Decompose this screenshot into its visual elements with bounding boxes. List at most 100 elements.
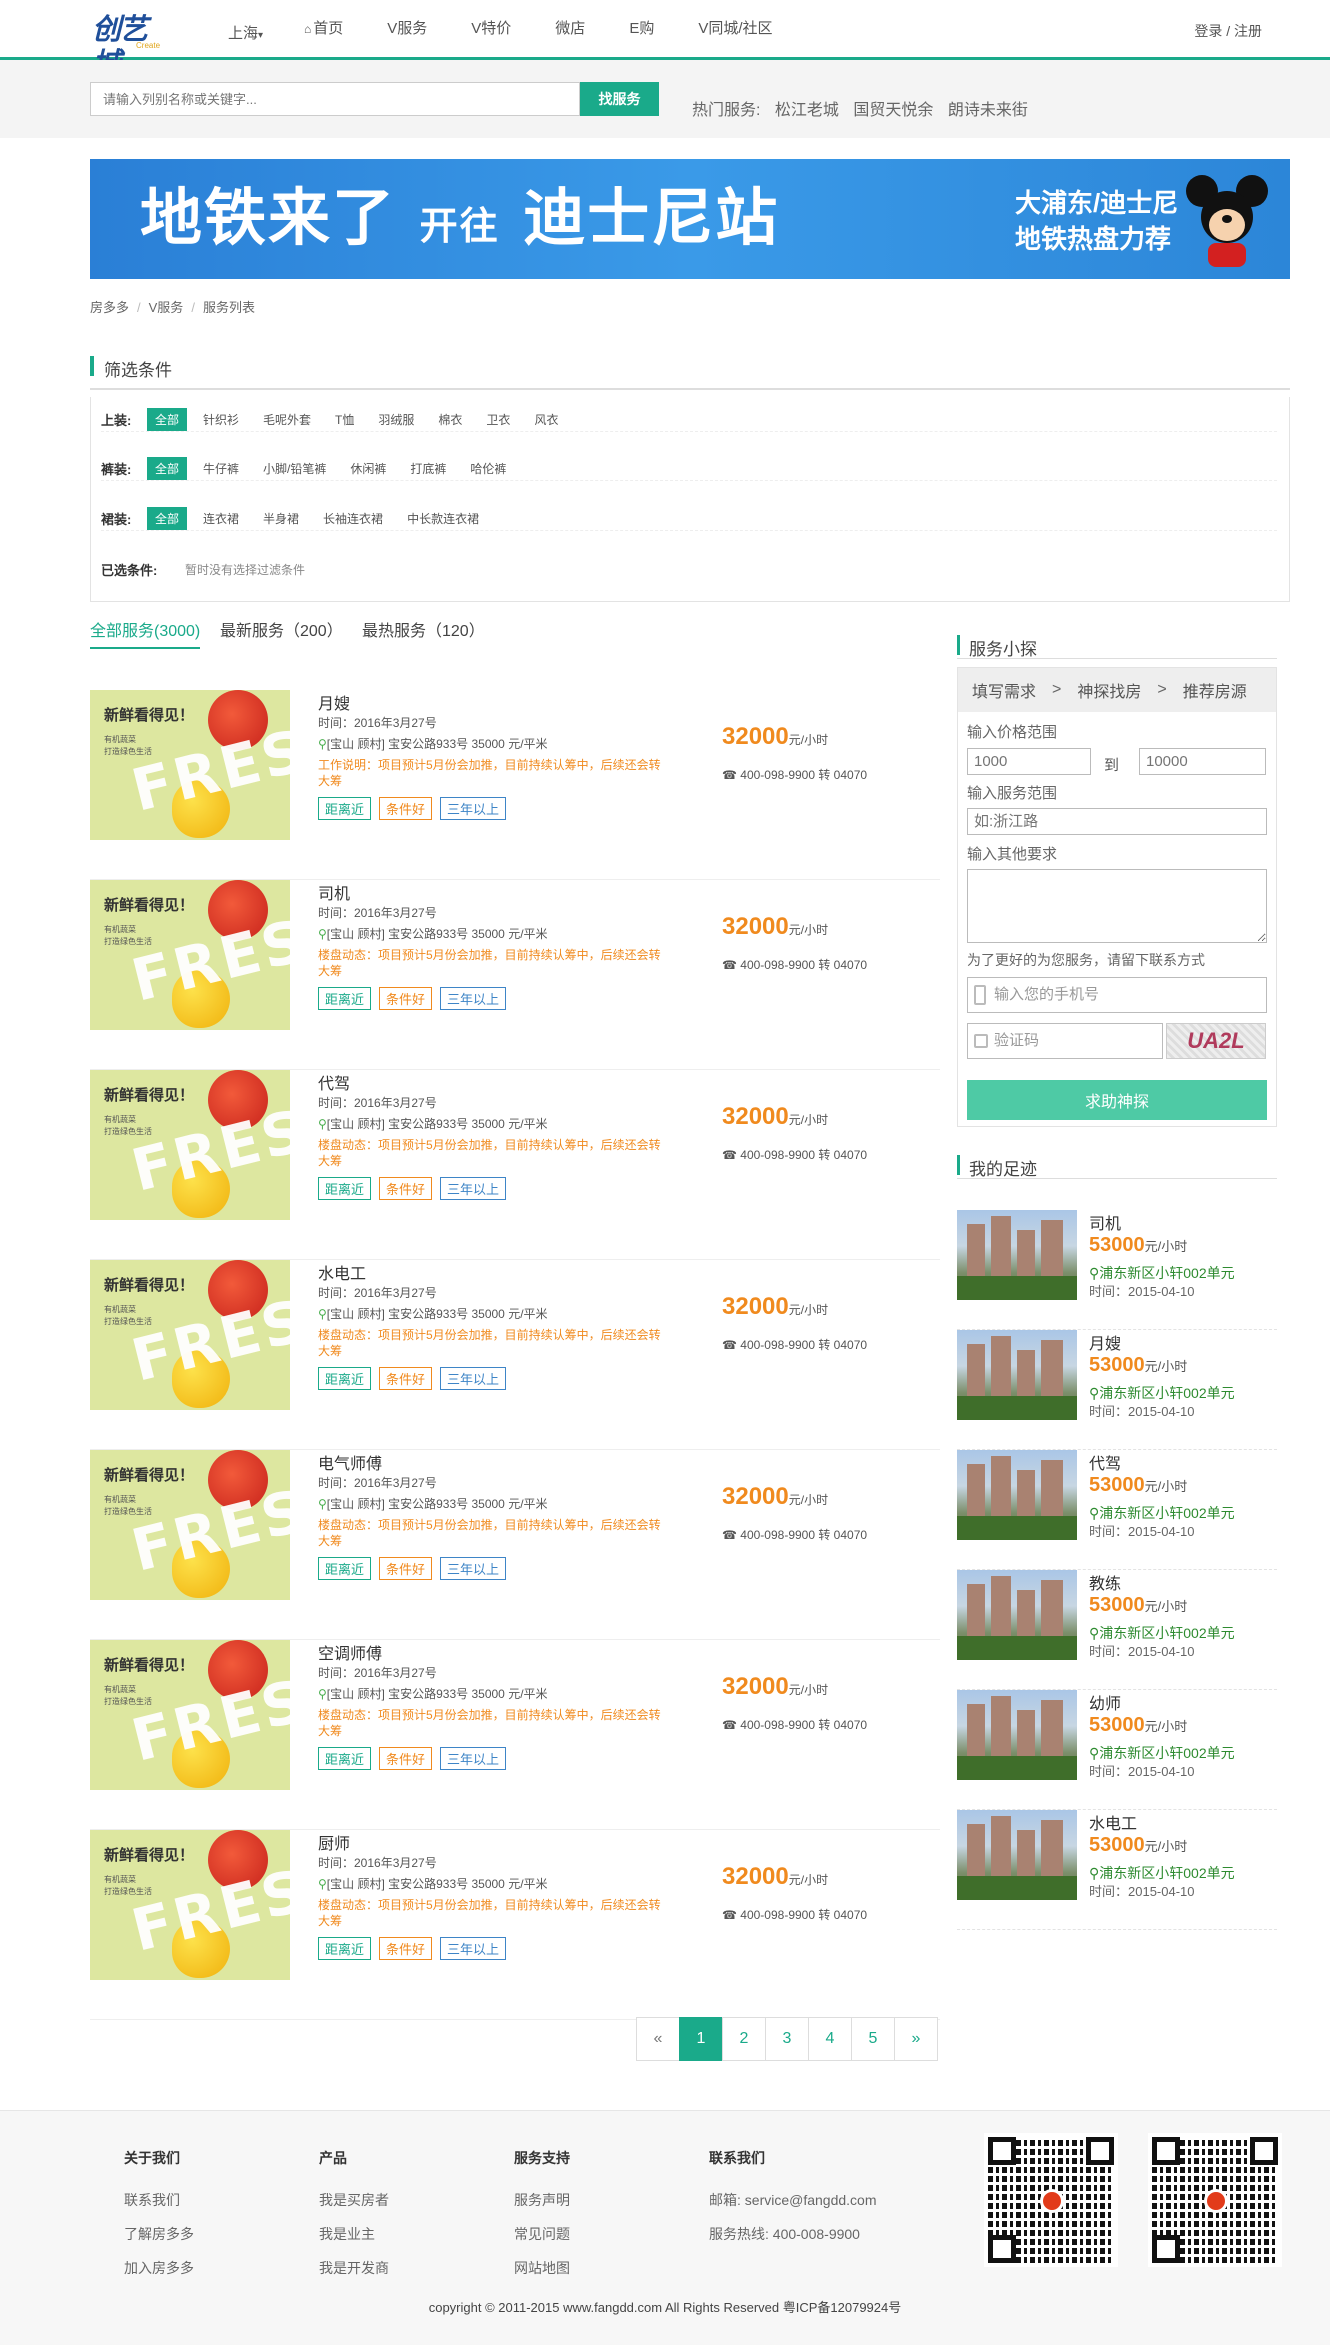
area-input[interactable] <box>967 808 1267 835</box>
building-photo[interactable] <box>957 1690 1077 1780</box>
promo-banner[interactable]: 地铁来了 开往 迪士尼站 大浦东/迪士尼 地铁热盘力荐 <box>90 159 1290 279</box>
site-logo[interactable]: 创艺城 Create <box>92 12 160 80</box>
building-photo[interactable] <box>957 1330 1077 1420</box>
filter-option[interactable]: 连衣裙 <box>203 510 239 527</box>
footprint-title[interactable]: 月嫂 <box>1089 1330 1121 1354</box>
footprint-item[interactable]: 幼师 53000元/小时 ⚲浦东新区小轩002单元 时间：2015-04-10 <box>957 1690 1277 1810</box>
nav-home[interactable]: ⌂ 首页 <box>304 17 343 38</box>
filter-option[interactable]: 全部 <box>147 408 188 431</box>
list-item[interactable]: FRESH 新鲜看得见！ 有机蔬菜 打造绿色生活 水电工 时间：2016年3月27号 ⚲[宝… <box>90 1260 940 1450</box>
nav-community[interactable]: V同城/社区 <box>698 17 772 38</box>
footprint-item[interactable]: 司机 53000元/小时 ⚲浦东新区小轩002单元 时间：2015-04-10 <box>957 1210 1277 1330</box>
filter-option[interactable]: 针织衫 <box>203 411 239 428</box>
tab-all[interactable]: 全部服务(3000) <box>90 617 201 649</box>
other-requirements-textarea[interactable] <box>967 869 1267 943</box>
service-thumbnail[interactable]: FRESH 新鲜看得见！ 有机蔬菜 打造绿色生活 <box>90 690 290 840</box>
list-item[interactable]: FRESH 新鲜看得见！ 有机蔬菜 打造绿色生活 厨师 时间：2016年3月27号 ⚲[宝山… <box>90 1830 940 2020</box>
service-title[interactable]: 厨师 <box>318 1830 350 1854</box>
filter-option[interactable]: 半身裙 <box>263 510 299 527</box>
filter-option[interactable]: T恤 <box>335 411 354 428</box>
footprint-item[interactable]: 水电工 53000元/小时 ⚲浦东新区小轩002单元 时间：2015-04-10 <box>957 1810 1277 1930</box>
service-thumbnail[interactable]: FRESH 新鲜看得见！ 有机蔬菜 打造绿色生活 <box>90 1640 290 1790</box>
service-title[interactable]: 代驾 <box>318 1070 350 1094</box>
filter-option[interactable]: 全部 <box>147 507 188 530</box>
building-photo[interactable] <box>957 1210 1077 1300</box>
breadcrumb-item[interactable]: 房多多 <box>90 300 129 315</box>
phone-field[interactable]: 输入您的手机号 <box>967 977 1267 1013</box>
page-number[interactable]: 1 <box>679 2017 723 2061</box>
footer-link[interactable]: 我是业主 <box>319 2224 389 2244</box>
filter-option[interactable]: 牛仔裤 <box>203 460 239 477</box>
filter-option[interactable]: 哈伦裤 <box>470 460 506 477</box>
hot-item[interactable]: 松江老城 <box>775 102 839 119</box>
service-title[interactable]: 电气师傅 <box>318 1450 382 1474</box>
service-thumbnail[interactable]: FRESH 新鲜看得见！ 有机蔬菜 打造绿色生活 <box>90 1260 290 1410</box>
page-number[interactable]: 5 <box>851 2017 895 2061</box>
page-number[interactable]: 4 <box>808 2017 852 2061</box>
footer-link[interactable]: 加入房多多 <box>124 2258 194 2278</box>
nav-e-buy[interactable]: E购 <box>629 17 654 38</box>
list-item[interactable]: FRESH 新鲜看得见！ 有机蔬菜 打造绿色生活 电气师傅 时间：2016年3月27号 ⚲[… <box>90 1450 940 1640</box>
list-item[interactable]: FRESH 新鲜看得见！ 有机蔬菜 打造绿色生活 月嫂 时间：2016年3月27号 ⚲[宝山… <box>90 690 940 880</box>
captcha-field[interactable]: 验证码 <box>967 1023 1163 1059</box>
service-title[interactable]: 司机 <box>318 880 350 904</box>
service-title[interactable]: 空调师傅 <box>318 1640 382 1664</box>
service-thumbnail[interactable]: FRESH 新鲜看得见！ 有机蔬菜 打造绿色生活 <box>90 1830 290 1980</box>
footer-link[interactable]: 我是开发商 <box>319 2258 389 2278</box>
price-max-input[interactable] <box>1139 748 1266 775</box>
filter-option[interactable]: 卫衣 <box>486 411 510 428</box>
page-prev[interactable]: « <box>636 2017 680 2061</box>
hot-item[interactable]: 国贸天悦余 <box>853 102 933 119</box>
filter-option[interactable]: 休闲裤 <box>350 460 386 477</box>
service-thumbnail[interactable]: FRESH 新鲜看得见！ 有机蔬菜 打造绿色生活 <box>90 1450 290 1600</box>
filter-option[interactable]: 小脚/铅笔裤 <box>263 460 326 477</box>
filter-option[interactable]: 全部 <box>147 457 188 480</box>
building-photo[interactable] <box>957 1810 1077 1900</box>
service-title[interactable]: 水电工 <box>318 1260 366 1284</box>
footprint-item[interactable]: 代驾 53000元/小时 ⚲浦东新区小轩002单元 时间：2015-04-10 <box>957 1450 1277 1570</box>
list-item[interactable]: FRESH 新鲜看得见！ 有机蔬菜 打造绿色生活 司机 时间：2016年3月27号 ⚲[宝山… <box>90 880 940 1070</box>
submit-probe-button[interactable]: 求助神探 <box>967 1080 1267 1120</box>
filter-option[interactable]: 中长款连衣裙 <box>407 510 479 527</box>
page-number[interactable]: 3 <box>765 2017 809 2061</box>
nav-v-special[interactable]: V特价 <box>471 17 511 38</box>
filter-option[interactable]: 风衣 <box>534 411 558 428</box>
footer-link[interactable]: 服务声明 <box>514 2190 570 2210</box>
captcha-image[interactable]: UA2L <box>1166 1023 1266 1059</box>
footprint-title[interactable]: 水电工 <box>1089 1810 1137 1834</box>
footprint-item[interactable]: 教练 53000元/小时 ⚲浦东新区小轩002单元 时间：2015-04-10 <box>957 1570 1277 1690</box>
page-next[interactable]: » <box>894 2017 938 2061</box>
filter-option[interactable]: 毛呢外套 <box>263 411 311 428</box>
footprint-item[interactable]: 月嫂 53000元/小时 ⚲浦东新区小轩002单元 时间：2015-04-10 <box>957 1330 1277 1450</box>
footprint-title[interactable]: 代驾 <box>1089 1450 1121 1474</box>
service-thumbnail[interactable]: FRESH 新鲜看得见！ 有机蔬菜 打造绿色生活 <box>90 880 290 1030</box>
filter-option[interactable]: 羽绒服 <box>378 411 414 428</box>
filter-option[interactable]: 棉衣 <box>438 411 462 428</box>
list-item[interactable]: FRESH 新鲜看得见！ 有机蔬菜 打造绿色生活 代驾 时间：2016年3月27号 ⚲[宝山… <box>90 1070 940 1260</box>
building-photo[interactable] <box>957 1450 1077 1540</box>
nav-v-service[interactable]: V服务 <box>387 17 427 38</box>
nav-micro-shop[interactable]: 微店 <box>555 17 585 38</box>
service-title[interactable]: 月嫂 <box>318 690 350 714</box>
search-button[interactable]: 找服务 <box>580 82 659 116</box>
page-number[interactable]: 2 <box>722 2017 766 2061</box>
footprint-title[interactable]: 司机 <box>1089 1210 1121 1234</box>
footprint-title[interactable]: 幼师 <box>1089 1690 1121 1714</box>
footprint-title[interactable]: 教练 <box>1089 1570 1121 1594</box>
service-thumbnail[interactable]: FRESH 新鲜看得见！ 有机蔬菜 打造绿色生活 <box>90 1070 290 1220</box>
tab-newest[interactable]: 最新服务（200） <box>220 617 343 647</box>
footer-link[interactable]: 我是买房者 <box>319 2190 389 2210</box>
hot-item[interactable]: 朗诗未来街 <box>948 102 1028 119</box>
footer-link[interactable]: 联系我们 <box>124 2190 194 2210</box>
login-register-link[interactable]: 登录 / 注册 <box>1194 21 1262 41</box>
breadcrumb-item[interactable]: V服务 <box>149 300 184 315</box>
footer-link[interactable]: 常见问题 <box>514 2224 570 2244</box>
filter-option[interactable]: 打底裤 <box>410 460 446 477</box>
footer-link[interactable]: 了解房多多 <box>124 2224 194 2244</box>
building-photo[interactable] <box>957 1570 1077 1660</box>
city-selector[interactable]: 上海▾ <box>228 22 263 43</box>
list-item[interactable]: FRESH 新鲜看得见！ 有机蔬菜 打造绿色生活 空调师傅 时间：2016年3月27号 ⚲[… <box>90 1640 940 1830</box>
tab-hottest[interactable]: 最热服务（120） <box>362 617 485 647</box>
footer-link[interactable]: 网站地图 <box>514 2258 570 2278</box>
filter-option[interactable]: 长袖连衣裙 <box>323 510 383 527</box>
